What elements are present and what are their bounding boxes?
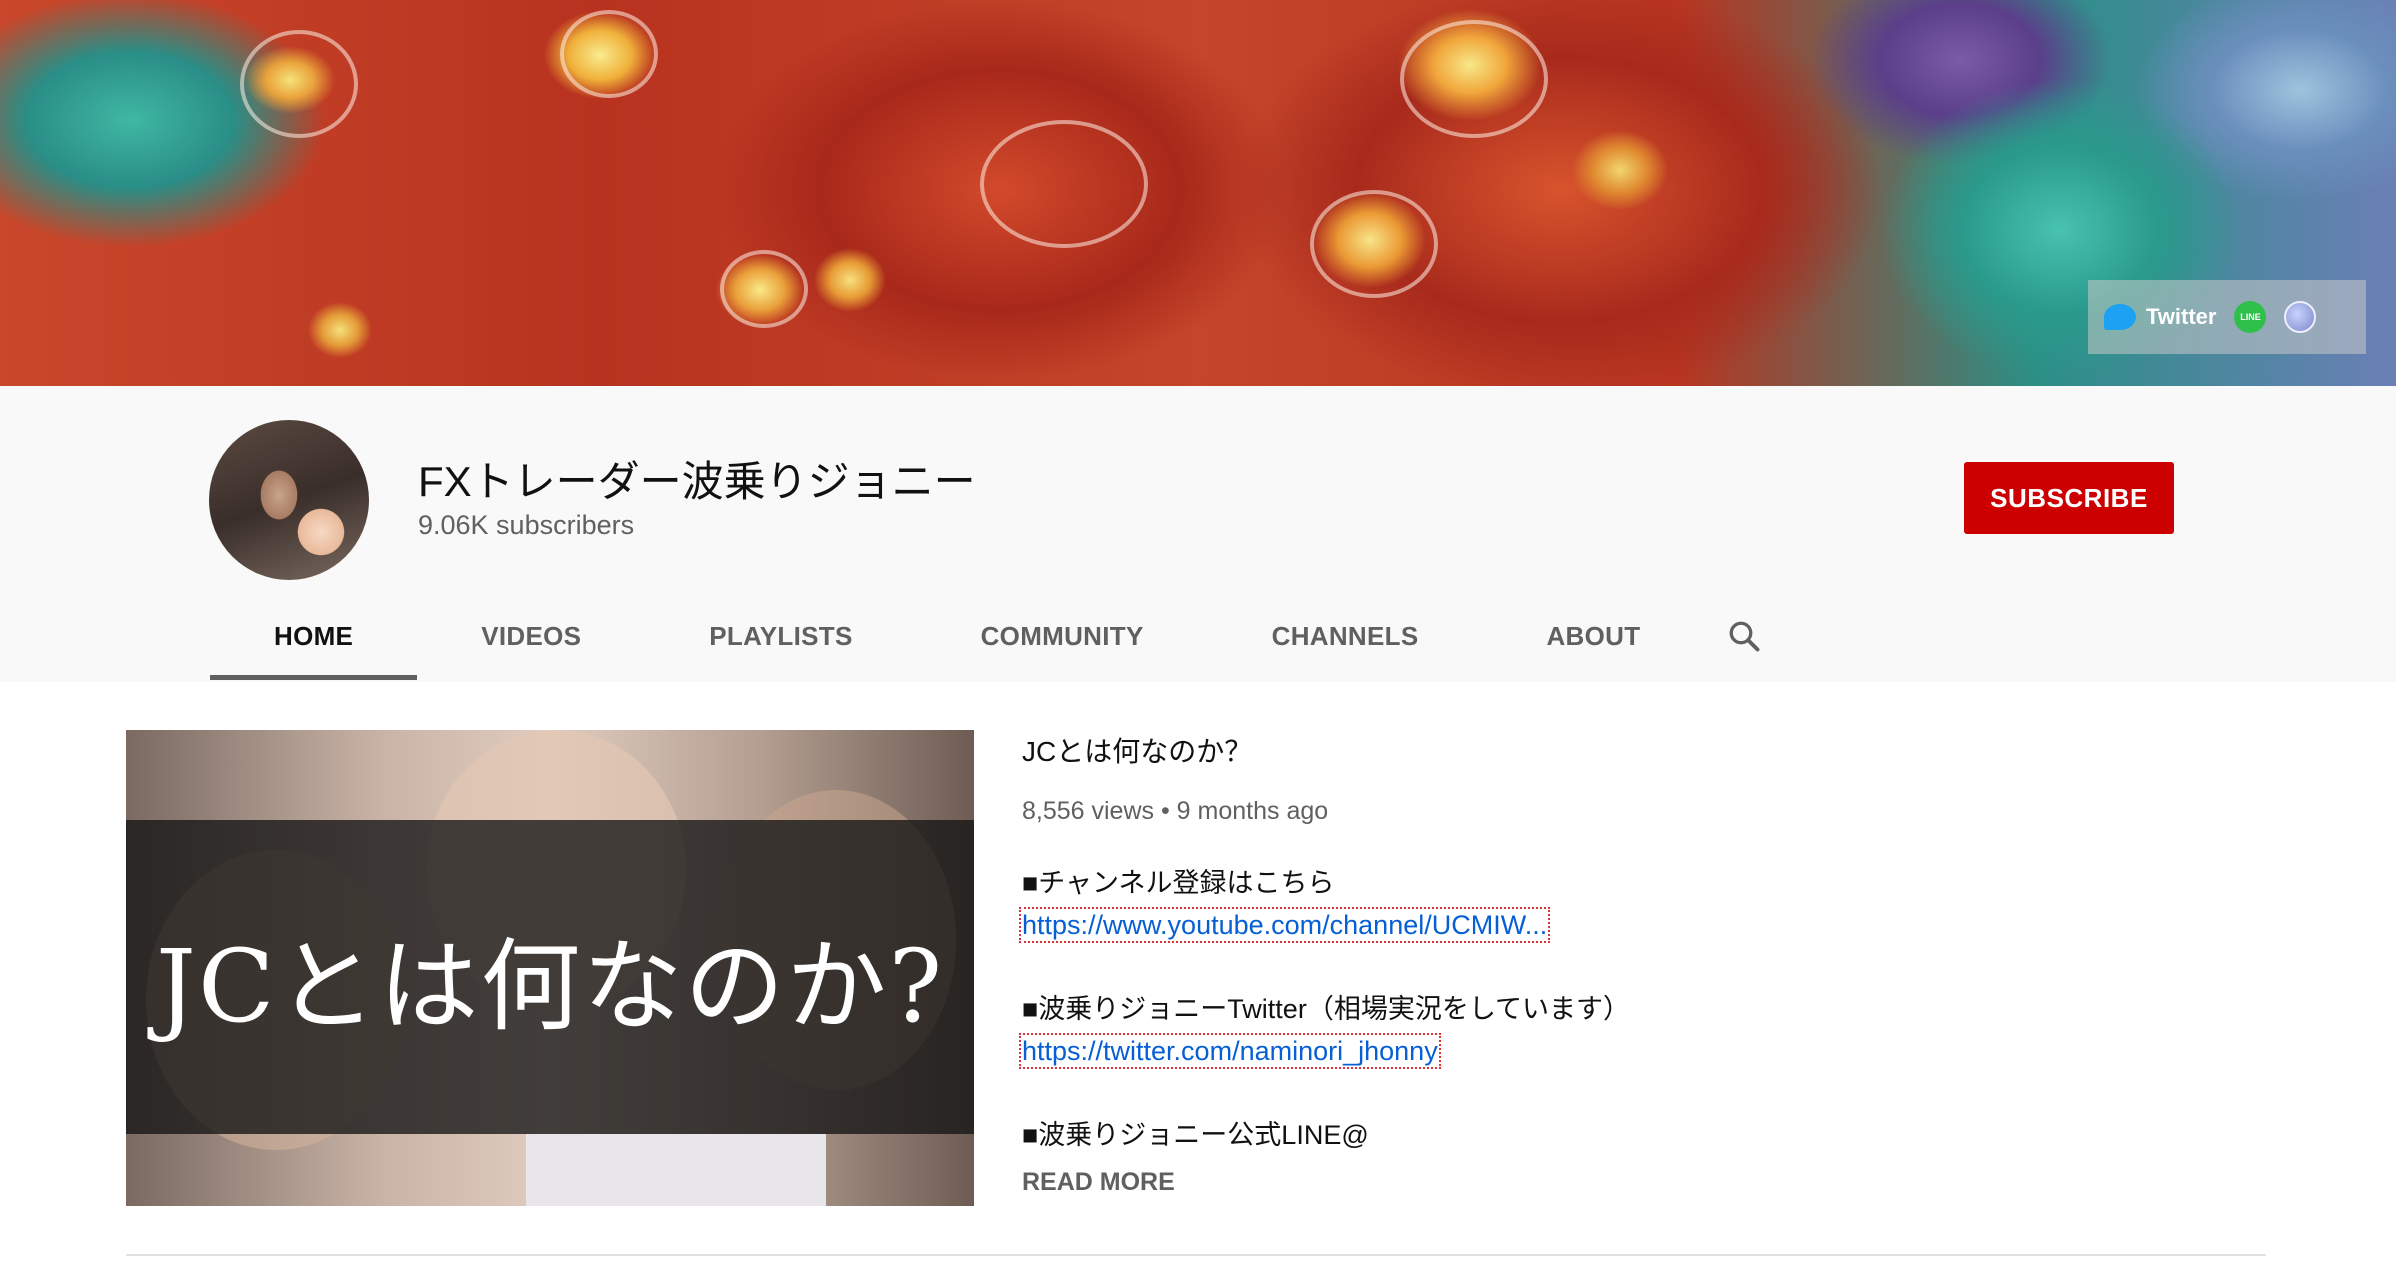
tab-home[interactable]: HOME: [210, 590, 418, 682]
featured-video-meta: 8,556 views • 9 months ago: [1022, 797, 1329, 825]
tab-videos[interactable]: VIDEOS: [417, 590, 645, 682]
channel-name: FXトレーダー波乗りジョニー: [418, 458, 976, 505]
banner-links: Twitter LINE: [2088, 280, 2366, 354]
featured-video-title[interactable]: JCとは何なのか？: [1022, 730, 1252, 770]
subscribe-button[interactable]: SUBSCRIBE: [1964, 462, 2174, 534]
section-divider: [126, 1254, 2266, 1256]
read-more-button[interactable]: READ MORE: [1022, 1168, 1175, 1197]
twitter-icon: [2104, 304, 2136, 330]
line-icon[interactable]: LINE: [2234, 301, 2267, 333]
globe-icon[interactable]: [2284, 301, 2317, 333]
description-line: ■波乗りジョニーTwitter（相場実況をしています）: [1022, 994, 1631, 1024]
subscriber-count: 9.06K subscribers: [418, 510, 635, 540]
tab-community[interactable]: COMMUNITY: [917, 590, 1208, 682]
twitter-link[interactable]: Twitter: [2104, 304, 2216, 330]
thumbnail-shirt: [526, 1134, 826, 1206]
thumbnail-title-bar: JCとは何なのか?: [126, 820, 974, 1134]
description-line: ■チャンネル登録はこちら: [1022, 868, 1335, 898]
description-link[interactable]: https://www.youtube.com/channel/UCMIW...: [1018, 907, 1551, 943]
tab-channels[interactable]: CHANNELS: [1208, 590, 1483, 682]
channel-banner: Twitter LINE: [0, 0, 2396, 386]
tab-playlists[interactable]: PLAYLISTS: [645, 590, 916, 682]
thumbnail-text: JCとは何なのか?: [155, 927, 945, 1045]
search-icon[interactable]: [1704, 590, 1784, 682]
twitter-link-label: Twitter: [2146, 304, 2217, 329]
channel-tabs: HOME VIDEOS PLAYLISTS COMMUNITY CHANNELS…: [210, 590, 1784, 682]
channel-avatar[interactable]: [209, 420, 369, 580]
tab-about[interactable]: ABOUT: [1482, 590, 1704, 682]
featured-video-description: ■チャンネル登録はこちら https://www.youtube.com/cha…: [1018, 862, 1722, 1156]
description-link[interactable]: https://twitter.com/naminori_jhonny: [1019, 1033, 1441, 1069]
description-line: ■波乗りジョニー公式LINE@: [1022, 1120, 1369, 1150]
featured-video-thumbnail[interactable]: JCとは何なのか?: [126, 730, 974, 1206]
